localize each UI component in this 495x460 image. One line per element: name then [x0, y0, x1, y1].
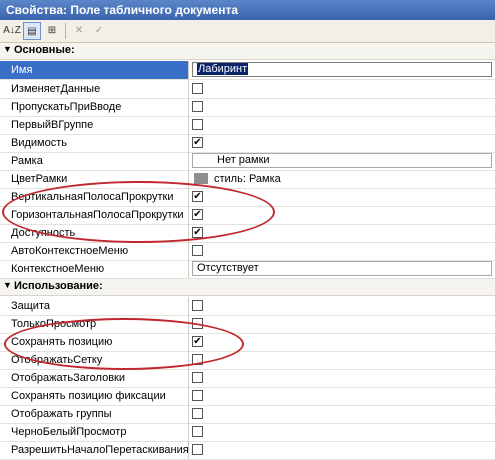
checkbox[interactable]: [192, 390, 203, 401]
toolbar-separator: [65, 23, 66, 39]
checkbox[interactable]: [192, 426, 203, 437]
toolbar: A↓Z ▤ ⊞ ✕ ✓: [0, 20, 495, 43]
prop-row-ramka[interactable]: Рамка Нет рамки: [0, 152, 495, 171]
checkbox[interactable]: [192, 83, 203, 94]
collapse-icon[interactable]: ▼: [3, 280, 12, 290]
prop-name: ОтображатьЗаголовки: [0, 369, 189, 387]
checkbox[interactable]: [192, 408, 203, 419]
sort-alpha-icon[interactable]: A↓Z: [3, 22, 21, 40]
border-color-value[interactable]: стиль: Рамка: [214, 170, 281, 188]
prop-name: Отображать группы: [0, 405, 189, 423]
prop-row-kontekst[interactable]: КонтекстноеМеню Отсутствует: [0, 260, 495, 279]
property-grid: ▼ Основные: Имя Лабиринт ИзменяетДанные …: [0, 43, 495, 460]
prop-row-razreshit[interactable]: РазрешитьНачалоПеретаскивания: [0, 441, 495, 460]
prop-row-vertikal[interactable]: ВертикальнаяПолосаПрокрутки ✔: [0, 188, 495, 207]
checkbox[interactable]: ✔: [192, 137, 203, 148]
prop-row-vidimost[interactable]: Видимость ✔: [0, 134, 495, 153]
checkbox[interactable]: [192, 245, 203, 256]
prop-row-gorizont[interactable]: ГоризонтальнаяПолосаПрокрутки ✔: [0, 206, 495, 225]
checkbox[interactable]: [192, 318, 203, 329]
prop-name: ЧерноБелыйПросмотр: [0, 423, 189, 441]
cancel-icon[interactable]: ✕: [70, 22, 88, 40]
section-label: Использование:: [14, 280, 103, 292]
prop-row-imya[interactable]: Имя Лабиринт: [0, 61, 495, 80]
prop-row-gruppy[interactable]: Отображать группы: [0, 405, 495, 424]
prop-name: РазрешитьНачалоПеретаскивания: [0, 441, 189, 459]
prop-row-perviy[interactable]: ПервыйВГруппе: [0, 116, 495, 135]
checkbox[interactable]: [192, 354, 203, 365]
color-swatch[interactable]: [194, 173, 208, 184]
prop-name: ТолькоПросмотр: [0, 315, 189, 333]
prop-name: АвтоКонтекстноеМеню: [0, 242, 189, 260]
categorize-icon[interactable]: ▤: [23, 22, 41, 40]
collapse-icon[interactable]: ▼: [3, 44, 12, 54]
border-select[interactable]: Нет рамки: [192, 153, 492, 168]
prop-name: Доступность: [0, 224, 189, 242]
checkbox[interactable]: [192, 444, 203, 455]
prop-row-tsvetramki[interactable]: ЦветРамки стиль: Рамка: [0, 170, 495, 189]
prop-name: КонтекстноеМеню: [0, 260, 189, 278]
prop-row-setku[interactable]: ОтображатьСетку: [0, 351, 495, 370]
checkbox[interactable]: [192, 101, 203, 112]
prop-name: Имя: [0, 61, 189, 79]
section-usage[interactable]: ▼ Использование:: [0, 279, 495, 296]
prop-row-avtokontekst[interactable]: АвтоКонтекстноеМеню: [0, 242, 495, 261]
prop-row-izmenyaet[interactable]: ИзменяетДанные: [0, 80, 495, 99]
section-label: Основные:: [14, 44, 75, 56]
prop-name: ВертикальнаяПолосаПрокрутки: [0, 188, 189, 206]
prop-row-sohranyat[interactable]: Сохранять позицию ✔: [0, 333, 495, 352]
prop-name: Рамка: [0, 152, 189, 170]
context-menu-select[interactable]: Отсутствует: [192, 261, 492, 276]
prop-row-dostupnost[interactable]: Доступность ✔: [0, 224, 495, 243]
prop-name: ПропускатьПриВводе: [0, 98, 189, 116]
prop-name: ПервыйВГруппе: [0, 116, 189, 134]
name-input[interactable]: Лабиринт: [192, 62, 492, 77]
prop-name: ГоризонтальнаяПолосаПрокрутки: [0, 206, 189, 224]
checkbox[interactable]: ✔: [192, 209, 203, 220]
prop-row-fiksacii[interactable]: Сохранять позицию фиксации: [0, 387, 495, 406]
window-title: Свойства: Поле табличного документа: [6, 3, 239, 17]
prop-name: Видимость: [0, 134, 189, 152]
prop-name: Сохранять позицию: [0, 333, 189, 351]
prop-row-chernobeliy[interactable]: ЧерноБелыйПросмотр: [0, 423, 495, 442]
prop-row-tolkoprosmotr[interactable]: ТолькоПросмотр: [0, 315, 495, 334]
prop-row-propuskat[interactable]: ПропускатьПриВводе: [0, 98, 495, 117]
filter-icon[interactable]: ⊞: [43, 22, 61, 40]
checkbox[interactable]: ✔: [192, 191, 203, 202]
prop-name: ИзменяетДанные: [0, 80, 189, 98]
window-title-bar: Свойства: Поле табличного документа: [0, 0, 495, 21]
section-main[interactable]: ▼ Основные:: [0, 43, 495, 60]
apply-icon[interactable]: ✓: [90, 22, 108, 40]
checkbox[interactable]: [192, 119, 203, 130]
prop-name: Сохранять позицию фиксации: [0, 387, 189, 405]
prop-name: ЦветРамки: [0, 170, 189, 188]
prop-name: ОтображатьСетку: [0, 351, 189, 369]
checkbox[interactable]: [192, 300, 203, 311]
prop-row-zashita[interactable]: Защита: [0, 297, 495, 316]
checkbox[interactable]: ✔: [192, 336, 203, 347]
prop-name: Защита: [0, 297, 189, 315]
checkbox[interactable]: ✔: [192, 227, 203, 238]
prop-row-zagolovki[interactable]: ОтображатьЗаголовки: [0, 369, 495, 388]
checkbox[interactable]: [192, 372, 203, 383]
